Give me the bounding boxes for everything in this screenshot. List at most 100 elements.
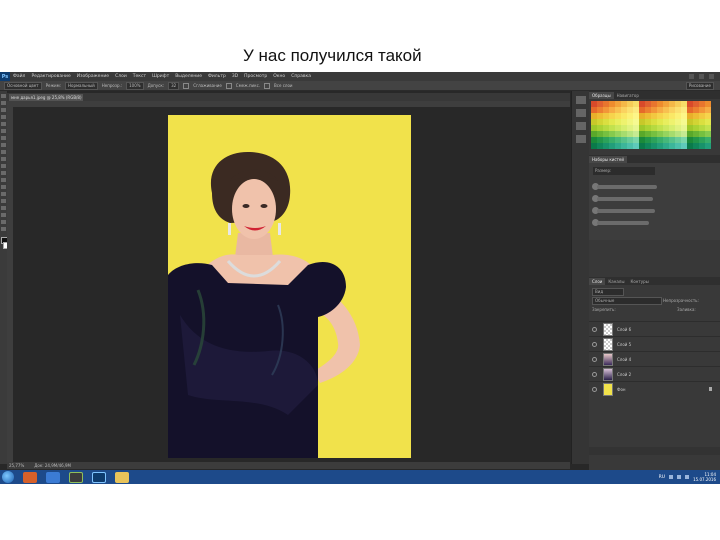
properties-panel-icon[interactable] [576, 109, 586, 117]
brush-size-field[interactable]: Размер: [593, 167, 655, 175]
eye-icon[interactable] [592, 371, 597, 377]
layer-thumbnail [603, 337, 613, 351]
tab-swatches[interactable]: Образцы [589, 92, 614, 99]
menu-layers[interactable]: Слои [112, 74, 130, 79]
woman-portrait-illustration [168, 151, 360, 458]
lock-label: Закрепить: [592, 307, 616, 312]
outlook-taskbar-icon[interactable] [46, 471, 60, 483]
tab-navigator[interactable]: Навигатор [614, 92, 642, 99]
dodge-tool-icon[interactable] [1, 185, 6, 189]
all-layers-checkbox[interactable] [264, 82, 271, 89]
layer-row[interactable]: Слой 2 [589, 366, 720, 381]
brush-preset-stroke[interactable] [597, 185, 657, 189]
flag-icon[interactable] [685, 475, 690, 479]
zoom-level[interactable]: 25,77% [9, 463, 24, 468]
layer-controls: Вид Обычные Непрозрачность: Закрепить: З… [589, 284, 720, 312]
photoshop-logo: Ps [0, 72, 10, 81]
opacity-field[interactable]: 100% [126, 81, 144, 90]
stamp-tool-icon[interactable] [1, 150, 6, 154]
photoshop-taskbar-icon[interactable] [92, 471, 106, 483]
tolerance-field[interactable]: 32 [168, 81, 180, 90]
tab-brush-presets[interactable]: Наборы кистей [589, 156, 627, 163]
color-swatch[interactable] [705, 143, 711, 149]
workspace-select[interactable]: Рисование [685, 81, 714, 90]
lock-icon [709, 387, 712, 391]
blur-tool-icon[interactable] [1, 178, 6, 182]
healing-tool-icon[interactable] [1, 136, 6, 140]
brush-preset-stroke[interactable] [597, 197, 653, 201]
shape-tool-icon[interactable] [1, 213, 6, 217]
history-panel-icon[interactable] [576, 96, 586, 104]
eye-icon[interactable] [592, 356, 597, 362]
swatches-panel-tabs: Образцы Навигатор [589, 91, 720, 99]
document-tab-bar: мне дарья1.jpeg @ 25,8% (RGB/8) * [7, 93, 570, 101]
move-tool-icon[interactable] [1, 94, 6, 98]
language-indicator[interactable]: RU [659, 475, 665, 480]
layer-row[interactable]: Слой 4 [589, 351, 720, 366]
layer-thumbnail [603, 322, 613, 336]
layer-row[interactable]: Слой 5 [589, 336, 720, 351]
menu-image[interactable]: Изображение [74, 74, 112, 79]
eye-icon[interactable] [592, 341, 597, 347]
layer-row[interactable]: Фон [589, 381, 720, 396]
layer-row[interactable]: Слой 6 [589, 321, 720, 336]
adjustments-panel-icon[interactable] [576, 122, 586, 130]
fill-source-select[interactable]: Основной цвет [4, 81, 42, 90]
close-icon[interactable] [709, 74, 714, 79]
zoom-tool-icon[interactable] [1, 227, 6, 231]
media-taskbar-icon[interactable] [69, 471, 83, 483]
menu-file[interactable]: Файл [10, 74, 28, 79]
browser-taskbar-icon[interactable] [23, 471, 37, 483]
network-icon[interactable] [669, 475, 674, 479]
layer-thumbnail [603, 352, 613, 366]
volume-icon[interactable] [677, 475, 682, 479]
menu-3d[interactable]: 3D [229, 74, 241, 79]
layer-opacity-label: Непрозрачность: [663, 298, 699, 303]
menu-text[interactable]: Текст [130, 74, 149, 79]
menu-help[interactable]: Справка [288, 74, 314, 79]
maximize-icon[interactable] [699, 74, 704, 79]
menu-window[interactable]: Окно [270, 74, 288, 79]
menu-edit[interactable]: Редактирование [28, 74, 73, 79]
crop-tool-icon[interactable] [1, 122, 6, 126]
layer-name: Слой 6 [617, 326, 632, 332]
lasso-tool-icon[interactable] [1, 108, 6, 112]
layer-filter-select[interactable]: Вид [592, 288, 624, 296]
brush-tool-icon[interactable] [1, 143, 6, 147]
character-panel-icon[interactable] [576, 135, 586, 143]
document-tab[interactable]: мне дарья1.jpeg @ 25,8% (RGB/8) * [9, 94, 83, 101]
menu-font[interactable]: Шрифт [149, 74, 172, 79]
eye-icon[interactable] [592, 326, 597, 332]
blend-mode-select[interactable]: Обычные [592, 297, 662, 305]
start-button-icon[interactable] [2, 471, 14, 483]
eraser-tool-icon[interactable] [1, 164, 6, 168]
type-tool-icon[interactable] [1, 199, 6, 203]
history-brush-tool-icon[interactable] [1, 157, 6, 161]
eye-icon[interactable] [592, 386, 597, 392]
layer-name: Слой 4 [617, 356, 632, 362]
menu-filter[interactable]: Фильтр [205, 74, 229, 79]
path-select-tool-icon[interactable] [1, 206, 6, 210]
document-image[interactable] [168, 115, 411, 458]
mode-select[interactable]: Нормальный [65, 81, 98, 90]
eyedropper-tool-icon[interactable] [1, 129, 6, 133]
status-bar: 25,77% Док: 24,9М/46,9М [7, 462, 570, 469]
explorer-taskbar-icon[interactable] [115, 471, 129, 483]
menu-select[interactable]: Выделение [172, 74, 205, 79]
pen-tool-icon[interactable] [1, 192, 6, 196]
swatches-grid[interactable] [591, 101, 718, 149]
brush-preset-stroke[interactable] [597, 209, 655, 213]
minimize-icon[interactable] [689, 74, 694, 79]
quick-select-tool-icon[interactable] [1, 115, 6, 119]
menu-bar: Ps Файл Редактирование Изображение Слои … [0, 72, 720, 81]
contiguous-checkbox[interactable] [225, 82, 232, 89]
hand-tool-icon[interactable] [1, 220, 6, 224]
all-layers-label: Все слои [274, 83, 293, 88]
clock[interactable]: 11:04 15.07.2016 [693, 472, 716, 482]
marquee-tool-icon[interactable] [1, 101, 6, 105]
paint-bucket-tool-icon[interactable] [1, 171, 6, 175]
layer-name: Фон [617, 386, 626, 392]
menu-view[interactable]: Просмотр [241, 74, 270, 79]
antialias-checkbox[interactable] [183, 82, 190, 89]
brush-preset-stroke[interactable] [597, 221, 649, 225]
